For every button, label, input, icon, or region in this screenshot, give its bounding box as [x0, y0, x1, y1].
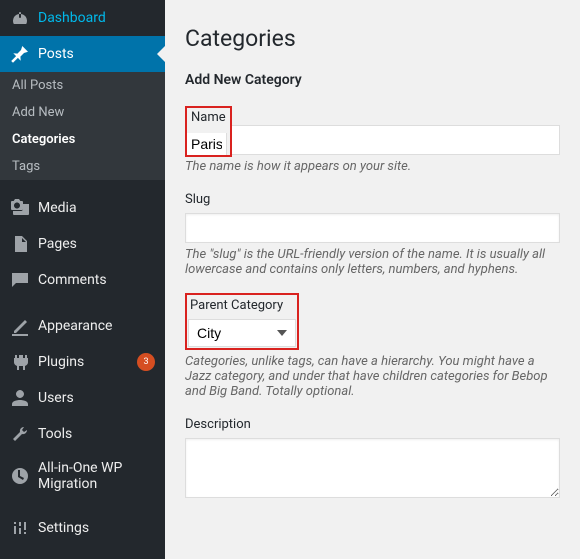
sidebar-item-label: Pages: [38, 236, 155, 252]
parent-select[interactable]: City: [188, 319, 296, 347]
slug-input[interactable]: [185, 213, 560, 243]
name-input[interactable]: [187, 133, 227, 155]
dashboard-icon: [10, 8, 30, 28]
appearance-icon: [10, 316, 30, 336]
sidebar-item-label: Tools: [38, 426, 155, 442]
pages-icon: [10, 234, 30, 254]
sidebar-subitem-add-new[interactable]: Add New: [0, 99, 165, 126]
media-icon: [10, 198, 30, 218]
sidebar-subitem-categories[interactable]: Categories: [0, 126, 165, 153]
section-title: Add New Category: [185, 72, 560, 88]
sidebar-item-media[interactable]: Media: [0, 190, 165, 226]
slug-field: Slug The "slug" is the URL-friendly vers…: [185, 190, 560, 277]
sidebar-item-tools[interactable]: Tools: [0, 416, 165, 452]
sidebar-item-appearance[interactable]: Appearance: [0, 308, 165, 344]
sidebar-item-pages[interactable]: Pages: [0, 226, 165, 262]
slug-label: Slug: [185, 190, 560, 209]
sidebar-item-label: Plugins: [38, 354, 132, 370]
sidebar-item-posts[interactable]: Posts: [0, 36, 165, 72]
name-input-extension[interactable]: [232, 125, 560, 155]
parent-description: Categories, unlike tags, can have a hier…: [185, 354, 560, 399]
sidebar-item-label: Media: [38, 200, 155, 216]
slug-description: The "slug" is the URL-friendly version o…: [185, 247, 560, 277]
users-icon: [10, 388, 30, 408]
name-label: Name: [187, 108, 227, 127]
parent-field: Parent Category City Categories, unlike …: [185, 293, 560, 399]
sidebar-item-label: Comments: [38, 272, 155, 288]
description-field: Description: [185, 415, 560, 502]
main-content: Categories Add New Category Name The nam…: [165, 0, 580, 559]
parent-label: Parent Category: [188, 296, 296, 315]
sidebar-subitem-all-posts[interactable]: All Posts: [0, 72, 165, 99]
sidebar-item-dashboard[interactable]: Dashboard: [0, 0, 165, 36]
name-highlight: Name: [185, 106, 232, 157]
page-title: Categories: [185, 25, 560, 52]
sidebar-item-users[interactable]: Users: [0, 380, 165, 416]
migration-icon: [10, 466, 30, 486]
sidebar-item-label: Users: [38, 390, 155, 406]
sidebar-item-label: All-in-One WP Migration: [38, 460, 155, 492]
sidebar-item-label: Dashboard: [38, 10, 155, 26]
parent-highlight: Parent Category City: [185, 293, 299, 350]
sidebar-item-label: Settings: [38, 520, 155, 536]
sidebar-subitem-tags[interactable]: Tags: [0, 153, 165, 180]
name-description: The name is how it appears on your site.: [185, 159, 560, 174]
name-field: Name The name is how it appears on your …: [185, 106, 560, 174]
sidebar-item-label: Posts: [38, 46, 155, 62]
settings-icon: [10, 518, 30, 538]
plugins-update-badge: 3: [137, 353, 155, 371]
sidebar-item-aio-migration[interactable]: All-in-One WP Migration: [0, 452, 165, 500]
tools-icon: [10, 424, 30, 444]
sidebar-item-plugins[interactable]: Plugins 3: [0, 344, 165, 380]
pin-icon: [10, 44, 30, 64]
sidebar-item-settings[interactable]: Settings: [0, 510, 165, 546]
sidebar-item-label: Appearance: [38, 318, 155, 334]
description-label: Description: [185, 415, 560, 434]
comments-icon: [10, 270, 30, 290]
admin-sidebar: Dashboard Posts All Posts Add New Catego…: [0, 0, 165, 559]
plugins-icon: [10, 352, 30, 372]
description-textarea[interactable]: [185, 438, 560, 498]
sidebar-item-comments[interactable]: Comments: [0, 262, 165, 298]
